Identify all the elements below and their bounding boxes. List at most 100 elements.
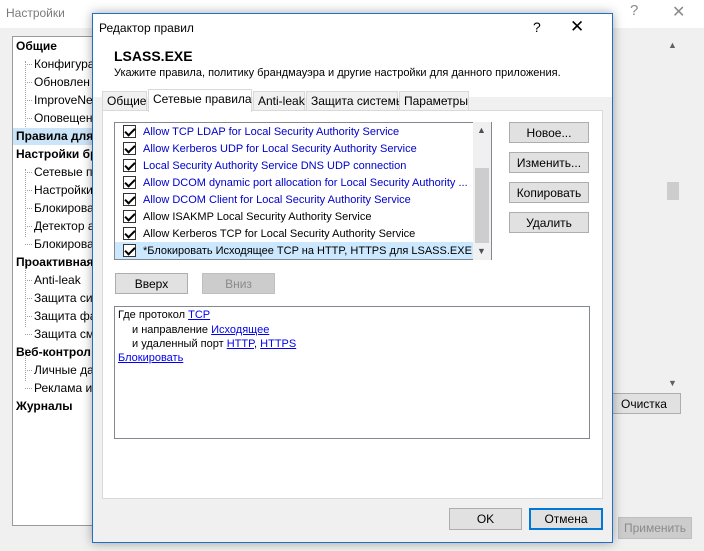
tree-item-ads[interactable]: Реклама и	[34, 380, 92, 397]
tree-connector	[25, 388, 32, 389]
tree-item-improvenet[interactable]: ImproveNe	[34, 92, 93, 109]
delete-rule-button[interactable]: Удалить	[509, 212, 589, 233]
tab-general[interactable]: Общие	[102, 91, 147, 111]
direction-prefix: и направление	[132, 324, 209, 336]
list-item[interactable]: Allow Kerberos TCP for Local Security Au…	[115, 225, 475, 242]
protocol-prefix: Где протокол	[118, 309, 186, 321]
cancel-button[interactable]: Отмена	[529, 508, 603, 530]
tree-item-app-rules[interactable]: Правила для	[13, 128, 93, 145]
tree-item-personal-data[interactable]: Личные да	[34, 362, 94, 379]
rule-checkbox[interactable]	[123, 176, 136, 189]
rule-label: Allow DCOM dynamic port allocation for L…	[143, 176, 468, 189]
new-rule-button[interactable]: Новое...	[509, 122, 589, 143]
move-down-button[interactable]: Вниз	[202, 273, 275, 294]
rule-label: Local Security Authority Service DNS UDP…	[143, 159, 407, 172]
scroll-up-icon[interactable]: ▲	[477, 125, 486, 135]
rule-description: Где протокол TCP и направление Исходящее…	[114, 306, 590, 439]
tree-item-web-control[interactable]: Веб-контрол	[16, 344, 91, 361]
move-up-button[interactable]: Вверх	[115, 273, 188, 294]
tree-item-detector[interactable]: Детектор а	[34, 218, 95, 235]
tree-item-other-protect[interactable]: Защита см	[34, 326, 94, 343]
help-icon[interactable]: ?	[533, 19, 541, 35]
list-item[interactable]: Allow TCP LDAP for Local Security Author…	[115, 123, 475, 140]
settings-scrollbar[interactable]	[664, 36, 682, 391]
port-separator: ,	[254, 338, 258, 350]
tree-connector	[25, 370, 32, 371]
dialog-titlebar: Редактор правил ? ✕	[93, 14, 612, 43]
direction-link[interactable]: Исходящее	[211, 324, 269, 336]
rule-checkbox[interactable]	[123, 210, 136, 223]
scroll-down-icon[interactable]: ▼	[477, 246, 486, 256]
tree-connector	[25, 118, 32, 119]
rule-checkbox[interactable]	[123, 125, 136, 138]
tree-connector	[25, 64, 32, 65]
tree-connector	[25, 334, 32, 335]
apply-button[interactable]: Применить	[618, 517, 692, 539]
tree-item-updates[interactable]: Обновлен	[34, 74, 90, 91]
tab-anti-leak[interactable]: Anti-leak	[253, 91, 305, 111]
tree-connector	[25, 190, 32, 191]
ok-button[interactable]: OK	[449, 508, 522, 530]
edit-rule-button[interactable]: Изменить...	[509, 152, 589, 173]
list-item[interactable]: Allow DCOM dynamic port allocation for L…	[115, 174, 475, 191]
rule-checkbox[interactable]	[123, 244, 136, 257]
port-https-link[interactable]: HTTPS	[260, 338, 296, 350]
tree-connector	[25, 208, 32, 209]
rule-checkbox[interactable]	[123, 142, 136, 155]
tree-connector	[25, 280, 32, 281]
list-item[interactable]: Allow ISAKMP Local Security Authority Se…	[115, 208, 475, 225]
tree-connector	[25, 244, 32, 245]
action-link[interactable]: Блокировать	[118, 352, 183, 364]
rule-label: Allow Kerberos TCP for Local Security Au…	[143, 227, 416, 240]
port-http-link[interactable]: HTTP	[227, 338, 254, 350]
scroll-down-icon[interactable]: ▼	[668, 378, 677, 388]
tree-item-anti-leak[interactable]: Anti-leak	[34, 272, 81, 289]
tree-connector	[25, 82, 32, 83]
clear-button[interactable]: Очистка	[607, 393, 681, 414]
settings-title: Настройки	[6, 6, 65, 20]
tree-item-settings[interactable]: Настройки	[34, 182, 93, 199]
condition-port: и удаленный порт HTTP, HTTPS	[132, 338, 296, 350]
rules-editor-dialog: Редактор правил ? ✕ LSASS.EXE Укажите пр…	[92, 13, 613, 543]
tree-item-logs[interactable]: Журналы	[16, 398, 72, 415]
condition-direction: и направление Исходящее	[132, 324, 269, 336]
list-item[interactable]: Allow Kerberos UDP for Local Security Au…	[115, 140, 475, 157]
tree-item-network[interactable]: Сетевые п	[34, 164, 92, 181]
dialog-title: Редактор правил	[99, 21, 194, 35]
tree-item-general[interactable]: Общие	[16, 38, 57, 55]
tree-item-blocking-2[interactable]: Блокирова	[34, 236, 94, 253]
condition-action: Блокировать	[118, 352, 183, 364]
tree-item-system-protect[interactable]: Защита си	[34, 290, 93, 307]
rule-checkbox[interactable]	[123, 193, 136, 206]
tab-system-protection[interactable]: Защита системы	[306, 91, 404, 111]
tree-item-proactive[interactable]: Проактивная	[16, 254, 94, 271]
list-item-selected[interactable]: *Блокировать Исходящее TCP на HTTP, HTTP…	[115, 242, 475, 259]
tree-item-config[interactable]: Конфигура	[34, 56, 94, 73]
rules-list[interactable]: Allow TCP LDAP for Local Security Author…	[114, 122, 492, 260]
scroll-up-icon[interactable]: ▲	[668, 40, 677, 50]
copy-rule-button[interactable]: Копировать	[509, 182, 589, 203]
settings-scrollbar-thumb[interactable]	[667, 182, 679, 200]
protocol-link[interactable]: TCP	[188, 309, 210, 321]
rule-checkbox[interactable]	[123, 227, 136, 240]
tab-parameters[interactable]: Параметры	[399, 91, 469, 111]
rule-checkbox[interactable]	[123, 159, 136, 172]
tree-item-blocking-1[interactable]: Блокирова	[34, 200, 94, 217]
tree-item-file-protect[interactable]: Защита фа	[34, 308, 96, 325]
rule-label: Allow ISAKMP Local Security Authority Se…	[143, 210, 372, 223]
tree-item-firewall-settings[interactable]: Настройки бр	[16, 146, 97, 163]
tab-network-rules[interactable]: Сетевые правила	[148, 89, 252, 112]
list-item[interactable]: Allow DCOM Client for Local Security Aut…	[115, 191, 475, 208]
dialog-subtitle: Укажите правила, политику брандмауэра и …	[114, 67, 561, 79]
rules-scrollbar-thumb[interactable]	[475, 168, 489, 243]
close-icon[interactable]: ✕	[672, 2, 685, 22]
rule-label: *Блокировать Исходящее TCP на HTTP, HTTP…	[143, 244, 472, 257]
condition-protocol: Где протокол TCP	[118, 309, 210, 321]
help-icon[interactable]: ?	[630, 2, 638, 19]
list-item[interactable]: Local Security Authority Service DNS UDP…	[115, 157, 475, 174]
tree-connector	[25, 226, 32, 227]
tree-connector	[25, 172, 32, 173]
tree-item-notifications[interactable]: Оповещен	[34, 110, 92, 127]
port-prefix: и удаленный порт	[132, 338, 224, 350]
close-icon[interactable]: ✕	[570, 17, 584, 37]
